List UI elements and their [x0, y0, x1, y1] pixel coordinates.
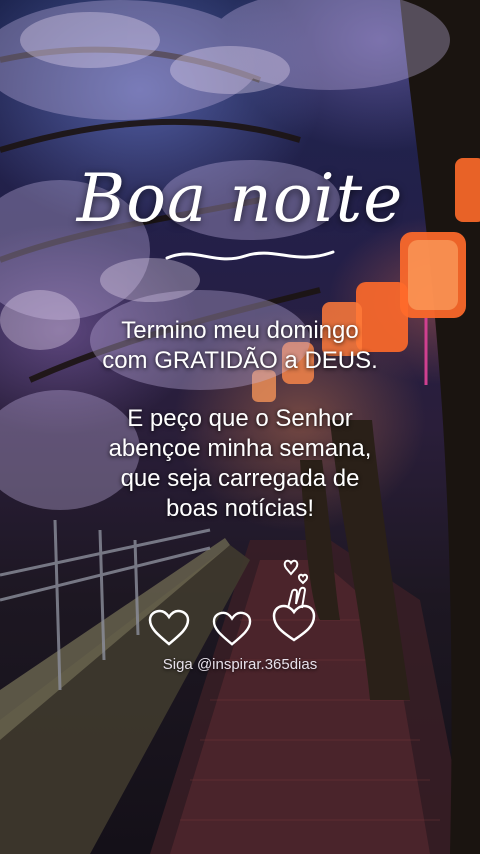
- heart-outline-icon: [148, 609, 190, 646]
- greeting-title: Boa noite: [76, 160, 404, 237]
- message-line: abençoe minha semana,: [108, 435, 372, 462]
- message-line: E peço que o Senhor: [127, 405, 353, 432]
- message-line: que seja carregada de: [120, 465, 360, 492]
- message-block-1: Termino meu domingo com GRATIDÃO a DEUS.: [30, 316, 450, 376]
- message-line: boas notícias!: [165, 495, 315, 522]
- flourish-ornament-icon: [165, 250, 335, 261]
- message-line: Termino meu domingo: [121, 317, 359, 344]
- message-line: com GRATIDÃO a DEUS.: [102, 347, 378, 374]
- follow-handle: Siga @inspirar.365dias: [162, 656, 318, 673]
- hand-heart-icon: [272, 559, 316, 642]
- message-block-2: E peço que o Senhor abençoe minha semana…: [30, 404, 450, 524]
- heart-outline-icon: [212, 611, 252, 646]
- photo-background: Boa noite Termino meu domingo com GRATID…: [0, 0, 480, 854]
